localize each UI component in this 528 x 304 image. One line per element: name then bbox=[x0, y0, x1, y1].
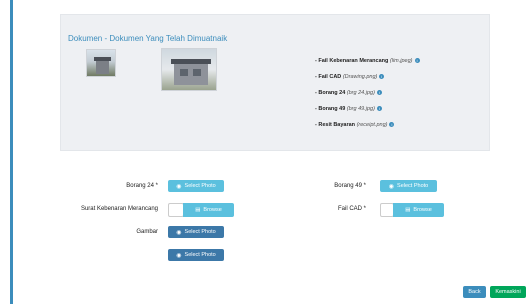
file-item[interactable]: - Fail Kebenaran Merancang (lim.jpeg) i bbox=[315, 58, 420, 64]
info-circle-icon[interactable]: i bbox=[376, 106, 382, 112]
file-item[interactable]: - Resit Bayaran (receipt.png) i bbox=[315, 122, 395, 128]
borang49-select-photo-button[interactable]: ◉ Select Photo bbox=[380, 180, 437, 192]
info-circle-icon[interactable]: i bbox=[376, 90, 382, 96]
borang49-label: Borang 49 * bbox=[334, 183, 366, 189]
failcad-label: Fail CAD * bbox=[337, 206, 366, 212]
surat-browse-button[interactable]: ▤ Browse bbox=[183, 203, 234, 217]
failcad-browse-button[interactable]: ▤ Browse bbox=[393, 203, 444, 217]
gambar-select-photo-button-1[interactable]: ◉ Select Photo bbox=[168, 226, 224, 238]
surat-kebenaran-merancang-label: Surat Kebenaran Merancang bbox=[80, 206, 158, 212]
panel-title: Dokumen - Dokumen Yang Telah Dimuatnaik bbox=[68, 34, 228, 43]
info-circle-icon[interactable]: i bbox=[414, 58, 420, 64]
uploaded-documents-panel: Dokumen - Dokumen Yang Telah Dimuatnaik … bbox=[60, 14, 490, 151]
camera-icon: ◉ bbox=[388, 183, 395, 190]
borang24-select-photo-button[interactable]: ◉ Select Photo bbox=[168, 180, 224, 192]
camera-icon: ◉ bbox=[176, 229, 182, 236]
document-thumbnail-1[interactable] bbox=[86, 49, 116, 77]
info-circle-icon[interactable]: i bbox=[389, 122, 395, 128]
surat-file-input[interactable] bbox=[168, 203, 184, 217]
gambar-select-photo-button-2[interactable]: ◉ Select Photo bbox=[168, 249, 224, 261]
borang24-label: Borang 24 * bbox=[126, 183, 158, 189]
camera-icon: ◉ bbox=[176, 183, 182, 190]
gambar-label: Gambar bbox=[136, 229, 158, 235]
kemaskini-button[interactable]: Kemaskini bbox=[490, 286, 526, 298]
file-item[interactable]: - Borang 24 (brg 24.jpg) i bbox=[315, 90, 382, 96]
info-circle-icon[interactable]: i bbox=[379, 74, 385, 80]
left-accent-bar bbox=[10, 0, 13, 304]
file-item[interactable]: - Borang 49 (brg 49.jpg) i bbox=[315, 106, 382, 112]
camera-icon: ◉ bbox=[176, 252, 182, 259]
back-button[interactable]: Back bbox=[463, 286, 486, 298]
file-item[interactable]: - Fail CAD (Drawing.png) i bbox=[315, 74, 385, 80]
document-thumbnail-2[interactable] bbox=[161, 48, 217, 91]
folder-icon: ▤ bbox=[405, 207, 411, 213]
folder-icon: ▤ bbox=[195, 207, 201, 213]
failcad-file-input[interactable] bbox=[380, 203, 394, 217]
